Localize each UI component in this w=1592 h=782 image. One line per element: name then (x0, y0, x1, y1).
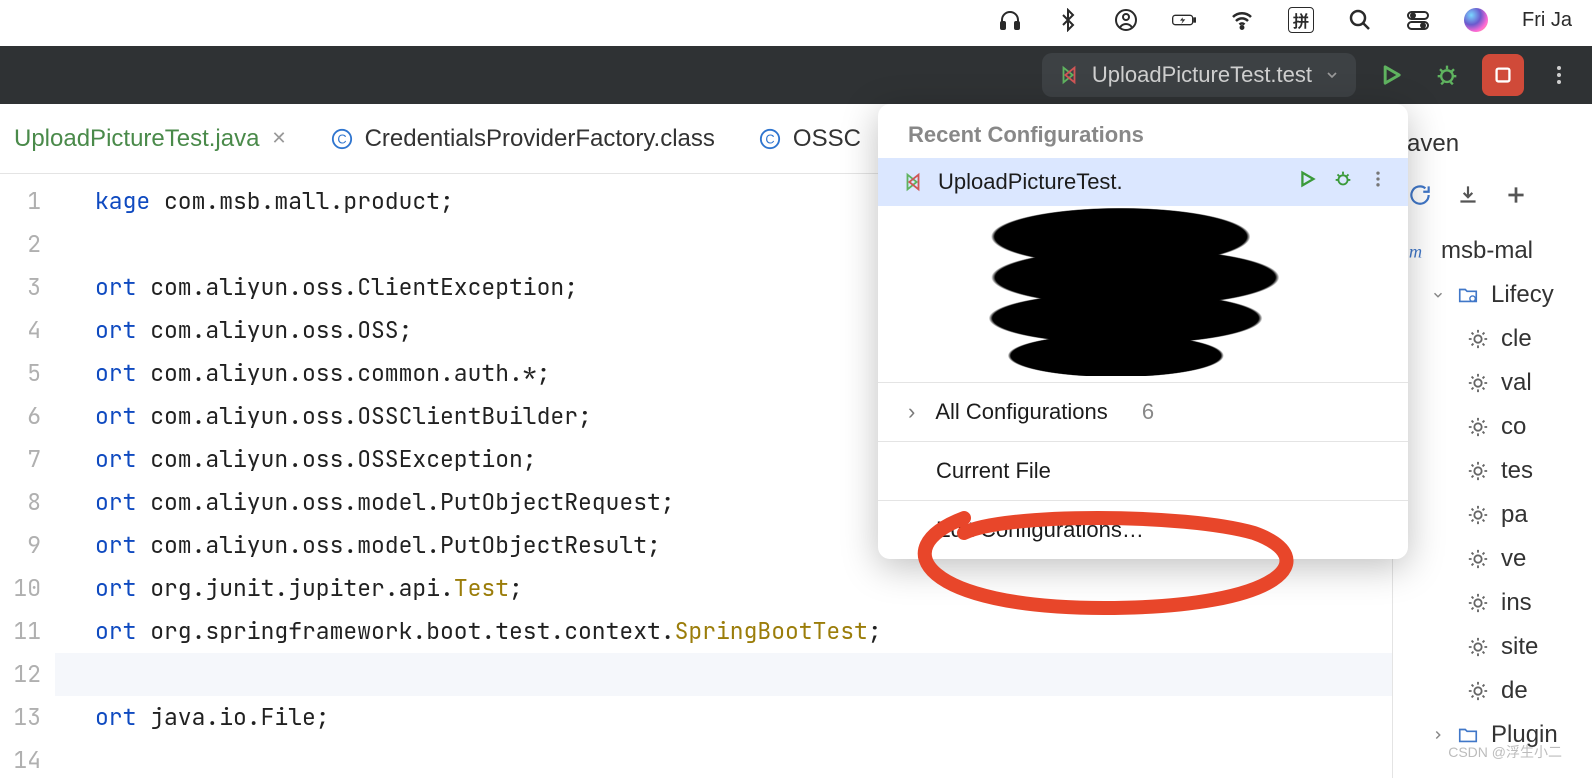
headphones-icon[interactable] (998, 8, 1022, 32)
gear-icon (1467, 416, 1489, 438)
input-method-icon[interactable]: 拼 (1288, 7, 1314, 33)
maven-project[interactable]: m msb-mal (1407, 229, 1592, 273)
tab-ossc[interactable]: C OSSC (759, 119, 861, 159)
close-icon[interactable]: ✕ (271, 128, 286, 149)
more-button[interactable] (1538, 54, 1580, 96)
chevron-down-icon (1431, 288, 1445, 302)
maven-goal-ins[interactable]: ins (1407, 581, 1592, 625)
debug-button[interactable] (1426, 54, 1468, 96)
mac-menubar: 拼 Fri Ja (978, 0, 1592, 40)
maven-goal-tes[interactable]: tes (1407, 449, 1592, 493)
redacted-area (902, 206, 1388, 376)
run-config-icon (902, 171, 924, 193)
battery-icon[interactable] (1172, 8, 1196, 32)
current-file-item[interactable]: Current File (878, 442, 1408, 500)
watermark: CSDN @浮生小二 (1448, 742, 1562, 762)
gear-icon (1467, 504, 1489, 526)
run-button[interactable] (1370, 54, 1412, 96)
maven-goal-cle[interactable]: cle (1407, 317, 1592, 361)
config-name: UploadPictureTest. (938, 169, 1282, 195)
wifi-icon[interactable] (1230, 8, 1254, 32)
maven-goal-pa[interactable]: pa (1407, 493, 1592, 537)
tab-upload-picture-test[interactable]: UploadPictureTest.java ✕ (14, 119, 287, 159)
gear-icon (1467, 372, 1489, 394)
maven-goal-co[interactable]: co (1407, 405, 1592, 449)
clock-text[interactable]: Fri Ja (1522, 9, 1572, 32)
spotlight-icon[interactable] (1348, 8, 1372, 32)
user-icon[interactable] (1114, 8, 1138, 32)
gear-icon (1467, 548, 1489, 570)
debug-icon[interactable] (1332, 168, 1354, 196)
maven-goal-val[interactable]: val (1407, 361, 1592, 405)
maven-title: aven (1407, 118, 1592, 182)
download-icon[interactable] (1455, 182, 1481, 215)
control-center-icon[interactable] (1406, 8, 1430, 32)
stop-button[interactable] (1482, 54, 1524, 96)
add-icon[interactable] (1503, 182, 1529, 215)
ide-toolbar: UploadPictureTest.test (0, 46, 1592, 104)
tab-label: CredentialsProviderFactory.class (365, 125, 715, 153)
bluetooth-icon[interactable] (1056, 8, 1080, 32)
run-config-label: UploadPictureTest.test (1092, 62, 1312, 88)
gear-icon (1467, 460, 1489, 482)
tab-credentials-provider-factory[interactable]: C CredentialsProviderFactory.class (331, 119, 715, 159)
all-configurations-item[interactable]: › All Configurations 6 (878, 383, 1408, 441)
tab-label: UploadPictureTest.java (14, 125, 259, 153)
svg-text:C: C (337, 131, 346, 146)
m-icon: m (1407, 240, 1429, 262)
more-icon[interactable] (1368, 169, 1388, 195)
edit-configurations-item[interactable]: Edit Configurations… (878, 501, 1408, 559)
maven-goal-site[interactable]: site (1407, 625, 1592, 669)
gear-icon (1467, 592, 1489, 614)
gear-icon (1467, 636, 1489, 658)
maven-lifecycle[interactable]: Lifecy (1407, 273, 1592, 317)
reload-icon[interactable] (1407, 182, 1433, 215)
chevron-right-icon: › (908, 399, 915, 425)
chevron-down-icon (1324, 67, 1340, 83)
folder-gear-icon (1457, 284, 1479, 306)
svg-text:m: m (1409, 241, 1422, 261)
svg-text:C: C (765, 131, 774, 146)
maven-panel: aven m msb-mal Lifecy cle val co tes pa … (1392, 104, 1592, 778)
gear-icon (1467, 680, 1489, 702)
siri-icon[interactable] (1464, 8, 1488, 32)
maven-goal-ve[interactable]: ve (1407, 537, 1592, 581)
gear-icon (1467, 328, 1489, 350)
run-icon[interactable] (1296, 168, 1318, 196)
popup-header: Recent Configurations (878, 104, 1408, 158)
run-config-selector[interactable]: UploadPictureTest.test (1042, 53, 1356, 97)
class-icon: C (759, 128, 781, 150)
chevron-right-icon (1431, 728, 1445, 742)
run-config-icon (1058, 64, 1080, 86)
run-config-popup: Recent Configurations UploadPictureTest.… (878, 104, 1408, 559)
class-icon: C (331, 128, 353, 150)
recent-config-item[interactable]: UploadPictureTest. (878, 158, 1408, 206)
tab-label: OSSC (793, 125, 861, 153)
maven-goal-de[interactable]: de (1407, 669, 1592, 713)
gutter: 1234567891011121314 (0, 174, 55, 778)
